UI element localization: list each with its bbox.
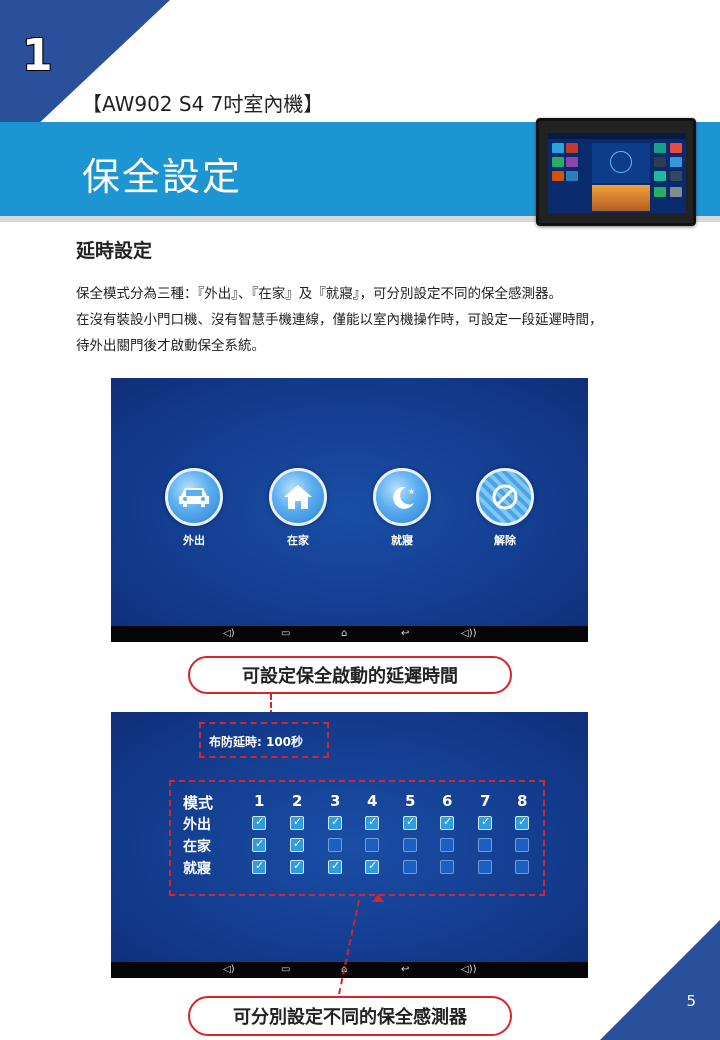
zone-number: 7 bbox=[480, 792, 491, 810]
row-label-home: 在家 bbox=[183, 839, 211, 855]
sensor-checkbox[interactable] bbox=[252, 815, 266, 830]
monitor-tile bbox=[654, 157, 666, 167]
back-icon[interactable]: ↩ bbox=[401, 628, 409, 640]
home-nav-icon[interactable]: ⌂ bbox=[341, 628, 347, 640]
row-label-away: 外出 bbox=[183, 817, 211, 833]
monitor-tile bbox=[670, 157, 682, 167]
mode-selection-screenshot: 外出 在家 ★ 就寢 解除 ◁) ▭ ⌂ ↩ ◁)) bbox=[111, 378, 588, 642]
zone-number: 4 bbox=[367, 792, 378, 810]
zone-number: 2 bbox=[292, 792, 303, 810]
volume-down-icon[interactable]: ◁) bbox=[223, 628, 235, 640]
mode-label: 就寢 bbox=[391, 534, 413, 547]
section-heading: 延時設定 bbox=[76, 240, 153, 262]
sensor-checkbox[interactable] bbox=[403, 860, 417, 874]
monitor-tile bbox=[552, 143, 564, 153]
monitor-tile bbox=[566, 157, 578, 167]
mode-label: 解除 bbox=[494, 534, 516, 547]
sensor-checkbox[interactable] bbox=[365, 815, 379, 830]
sensor-checkbox[interactable] bbox=[290, 859, 304, 874]
monitor-tile bbox=[552, 171, 564, 181]
house-icon bbox=[269, 468, 327, 526]
monitor-tile bbox=[552, 157, 564, 167]
sensor-checkbox[interactable] bbox=[328, 859, 342, 874]
sensor-checkbox[interactable] bbox=[478, 815, 492, 830]
product-subtitle: 【AW902 S4 7吋室內機】 bbox=[82, 92, 324, 116]
zone-number: 5 bbox=[405, 792, 416, 810]
page-number: 5 bbox=[686, 992, 696, 1010]
monitor-tile bbox=[566, 171, 578, 181]
monitor-tile bbox=[566, 143, 578, 153]
volume-up-icon[interactable]: ◁)) bbox=[461, 628, 477, 640]
mode-button-disarm[interactable]: 解除 bbox=[475, 468, 535, 548]
banner-title: 保全設定 bbox=[82, 155, 243, 199]
sensor-checkbox[interactable] bbox=[252, 859, 266, 874]
paragraph-line: 待外出關門後才啟動保全系統。 bbox=[76, 338, 265, 354]
monitor-screen bbox=[548, 133, 686, 213]
sensor-checkbox[interactable] bbox=[440, 815, 454, 830]
sensor-checkbox[interactable] bbox=[478, 860, 492, 874]
callout-delay-time: 可設定保全啟動的延遲時間 bbox=[188, 656, 512, 694]
sensor-checkbox[interactable] bbox=[478, 838, 492, 852]
indoor-monitor-photo bbox=[536, 118, 696, 226]
chapter-number: 1 bbox=[22, 30, 53, 81]
android-nav-bar: ◁) ▭ ⌂ ↩ ◁)) bbox=[111, 626, 588, 642]
sensor-checkbox[interactable] bbox=[328, 838, 342, 852]
monitor-tile bbox=[654, 143, 666, 153]
monitor-tile bbox=[654, 171, 666, 181]
car-icon bbox=[165, 468, 223, 526]
sensor-checkbox[interactable] bbox=[440, 860, 454, 874]
mode-button-away[interactable]: 外出 bbox=[164, 468, 224, 548]
zone-number: 3 bbox=[330, 792, 341, 810]
zone-number: 1 bbox=[254, 792, 265, 810]
sensor-checkbox[interactable] bbox=[515, 838, 529, 852]
volume-down-icon[interactable]: ◁) bbox=[223, 964, 235, 976]
recent-apps-icon[interactable]: ▭ bbox=[281, 628, 290, 640]
clock-icon bbox=[610, 151, 632, 173]
arrow-head-icon bbox=[372, 894, 384, 902]
zone-number: 6 bbox=[442, 792, 453, 810]
sensor-checkbox[interactable] bbox=[365, 838, 379, 852]
prohibit-icon bbox=[476, 468, 534, 526]
grid-header-mode: 模式 bbox=[183, 794, 214, 812]
back-icon[interactable]: ↩ bbox=[401, 964, 409, 976]
sensor-checkbox[interactable] bbox=[403, 838, 417, 852]
sensor-checkbox[interactable] bbox=[515, 815, 529, 830]
callout-sensors: 可分別設定不同的保全感測器 bbox=[188, 996, 512, 1036]
moon-icon: ★ bbox=[373, 468, 431, 526]
corner-triangle-bottom-right bbox=[600, 920, 720, 1040]
sensor-checkbox[interactable] bbox=[403, 815, 417, 830]
monitor-tile bbox=[670, 187, 682, 197]
sensor-checkbox[interactable] bbox=[252, 837, 266, 852]
volume-up-icon[interactable]: ◁)) bbox=[461, 964, 477, 976]
sensor-checkbox[interactable] bbox=[290, 837, 304, 852]
monitor-tile bbox=[654, 187, 666, 197]
sensor-checkbox[interactable] bbox=[515, 860, 529, 874]
monitor-photo-panel bbox=[592, 185, 650, 211]
android-nav-bar: ◁) ▭ ⌂ ↩ ◁)) bbox=[111, 962, 588, 978]
recent-apps-icon[interactable]: ▭ bbox=[281, 964, 290, 976]
sensor-checkbox[interactable] bbox=[328, 815, 342, 830]
monitor-tile bbox=[670, 143, 682, 153]
mode-button-sleep[interactable]: ★ 就寢 bbox=[372, 468, 432, 548]
sensor-checkbox[interactable] bbox=[365, 859, 379, 874]
monitor-tile bbox=[670, 171, 682, 181]
monitor-status-bar bbox=[548, 133, 686, 139]
row-label-sleep: 就寢 bbox=[183, 861, 211, 877]
mode-label: 在家 bbox=[287, 534, 309, 547]
mode-button-home[interactable]: 在家 bbox=[268, 468, 328, 548]
svg-text:★: ★ bbox=[408, 487, 415, 496]
zone-number: 8 bbox=[517, 792, 528, 810]
paragraph-line: 保全模式分為三種：『外出』、『在家』及『就寢』，可分別設定不同的保全感測器。 bbox=[76, 286, 562, 302]
mode-label: 外出 bbox=[183, 534, 205, 547]
sensor-checkbox[interactable] bbox=[440, 838, 454, 852]
sensor-checkbox[interactable] bbox=[290, 815, 304, 830]
paragraph-line: 在沒有裝設小門口機、沒有智慧手機連線，僅能以室內機操作時，可設定一段延遲時間， bbox=[76, 312, 603, 328]
arming-delay-setting[interactable]: 布防延時: 100秒 bbox=[209, 733, 303, 750]
